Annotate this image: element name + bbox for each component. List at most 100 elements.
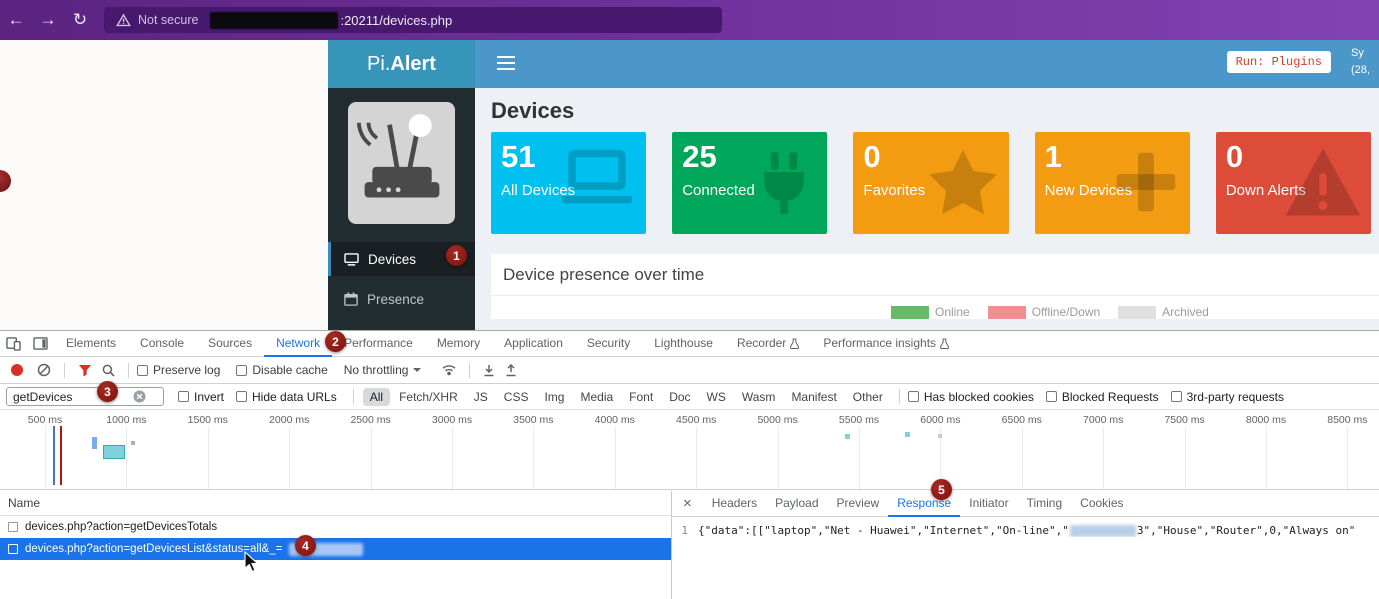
card-down-alerts[interactable]: 0 Down Alerts [1216,132,1371,234]
detail-tab-preview[interactable]: Preview [828,491,889,517]
preserve-log-checkbox[interactable]: Preserve log [137,363,220,377]
url-text: :20211/devices.php [340,13,452,28]
network-overview-timeline[interactable]: 500 ms1000 ms1500 ms2000 ms2500 ms3000 m… [0,410,1379,490]
detail-tab-cookies[interactable]: Cookies [1071,491,1132,517]
annotation-step-3: 3 [97,381,118,402]
filter-type-doc[interactable]: Doc [662,388,697,406]
filter-input-box[interactable] [6,387,164,406]
tab-memory[interactable]: Memory [425,331,492,357]
detail-tab-initiator[interactable]: Initiator [960,491,1017,517]
tab-performance-insights[interactable]: Performance insights [811,331,961,357]
tab-sources[interactable]: Sources [196,331,264,357]
search-icon[interactable] [102,364,115,377]
refresh-button[interactable]: ↻ [64,10,96,30]
annotation-step-1: 1 [446,245,467,266]
timeline-activity-mark [103,445,125,459]
disable-cache-checkbox[interactable]: Disable cache [236,363,327,377]
forward-button[interactable]: → [32,10,64,30]
presence-calendar-icon [344,292,358,306]
dock-side-icon[interactable] [27,331,54,356]
request-row-get-devices-list[interactable]: devices.php?action=getDevicesList&status… [0,538,671,560]
stat-cards: 51 All Devices 25 Connected [491,132,1371,234]
import-har-icon[interactable] [483,364,495,377]
tab-performance[interactable]: Performance [332,331,425,357]
card-connected[interactable]: 25 Connected [672,132,827,234]
filter-type-manifest[interactable]: Manifest [784,388,843,406]
card-favorites[interactable]: 0 Favorites [853,132,1008,234]
legend-archived: Archived [1118,305,1209,319]
filter-type-ws[interactable]: WS [700,388,733,406]
third-party-requests-checkbox[interactable]: 3rd-party requests [1171,390,1284,404]
throttling-select[interactable]: No throttling [344,363,422,377]
has-blocked-cookies-checkbox[interactable]: Has blocked cookies [908,390,1034,404]
response-text: {"data":[["laptop","Net - Huawei","Inter… [698,524,1355,537]
device-toolbar-icon[interactable] [0,331,27,356]
request-row-get-devices-totals[interactable]: devices.php?action=getDevicesTotals [0,516,671,538]
plug-icon [749,146,819,220]
router-logo-image [348,102,455,224]
experiment-flask-icon [790,338,799,349]
network-toolbar: Preserve log Disable cache No throttling [0,357,1379,384]
presence-panel-title: Device presence over time [491,254,1379,295]
card-new-devices[interactable]: 1 New Devices [1035,132,1190,234]
clear-icon[interactable] [37,363,51,377]
filter-type-css[interactable]: CSS [497,388,536,406]
not-secure-label: Not secure [138,13,198,27]
invert-checkbox[interactable]: Invert [178,390,224,404]
card-all-devices[interactable]: 51 All Devices [491,132,646,234]
laptop-icon [556,146,638,216]
screenshot-root: ← → ↻ Not secure :20211/devices.php Pi.A… [0,0,1379,599]
back-button[interactable]: ← [0,10,32,30]
chevron-down-icon [413,368,421,372]
blocked-requests-checkbox[interactable]: Blocked Requests [1046,390,1159,404]
request-file-icon [8,522,18,532]
app-logo[interactable]: Pi.Alert [328,40,475,88]
warning-icon [1283,146,1363,218]
tab-lighthouse[interactable]: Lighthouse [642,331,725,357]
response-body[interactable]: 1 {"data":[["laptop","Net - Huawei","Int… [672,517,1379,537]
filter-type-wasm[interactable]: Wasm [735,388,783,406]
tab-network[interactable]: Network [264,331,332,357]
tab-security[interactable]: Security [575,331,642,357]
hide-data-urls-checkbox[interactable]: Hide data URLs [236,390,337,404]
detail-tab-payload[interactable]: Payload [766,491,827,517]
presence-panel: Device presence over time Online Offline… [491,254,1379,319]
detail-tab-timing[interactable]: Timing [1018,491,1072,517]
export-har-icon[interactable] [505,364,517,377]
filter-type-fetch-xhr[interactable]: Fetch/XHR [392,388,465,406]
sidebar-item-presence[interactable]: Presence [328,282,475,316]
requests-name-header[interactable]: Name [0,491,671,516]
filter-type-media[interactable]: Media [573,388,620,406]
filter-type-other[interactable]: Other [846,388,890,406]
legend-archived-swatch [1118,306,1156,319]
sidebar-toggle-icon[interactable] [497,56,515,74]
tab-application[interactable]: Application [492,331,575,357]
checkbox-icon [178,391,189,402]
logo-text: Pi.Alert [367,53,436,76]
filter-type-img[interactable]: Img [537,388,571,406]
tab-console[interactable]: Console [128,331,196,357]
clear-filter-icon[interactable] [133,390,146,403]
request-file-icon [8,544,18,554]
address-bar[interactable]: Not secure :20211/devices.php [104,7,722,33]
checkbox-icon [137,365,148,376]
network-filterbar: Invert Hide data URLs AllFetch/XHRJSCSSI… [0,384,1379,410]
annotation-step-2: 2 [325,331,346,352]
record-button[interactable] [11,364,23,376]
run-plugins-button[interactable]: Run: Plugins [1227,51,1331,73]
close-icon[interactable]: × [672,495,703,512]
network-bottom-split: Name devices.php?action=getDevicesTotals… [0,491,1379,599]
tab-recorder[interactable]: Recorder [725,331,811,357]
mouse-cursor [244,551,259,573]
panel-divider [491,295,1379,296]
filter-type-all[interactable]: All [363,388,390,406]
request-detail-panel: × Headers Payload Preview Response Initi… [672,491,1379,599]
network-conditions-icon[interactable] [442,364,456,376]
filter-type-js[interactable]: JS [467,388,495,406]
filter-icon[interactable] [78,364,92,377]
filter-type-font[interactable]: Font [622,388,660,406]
detail-tab-headers[interactable]: Headers [703,491,766,517]
sidebar-item-label: Presence [367,292,424,307]
checkbox-icon [908,391,919,402]
tab-elements[interactable]: Elements [54,331,128,357]
